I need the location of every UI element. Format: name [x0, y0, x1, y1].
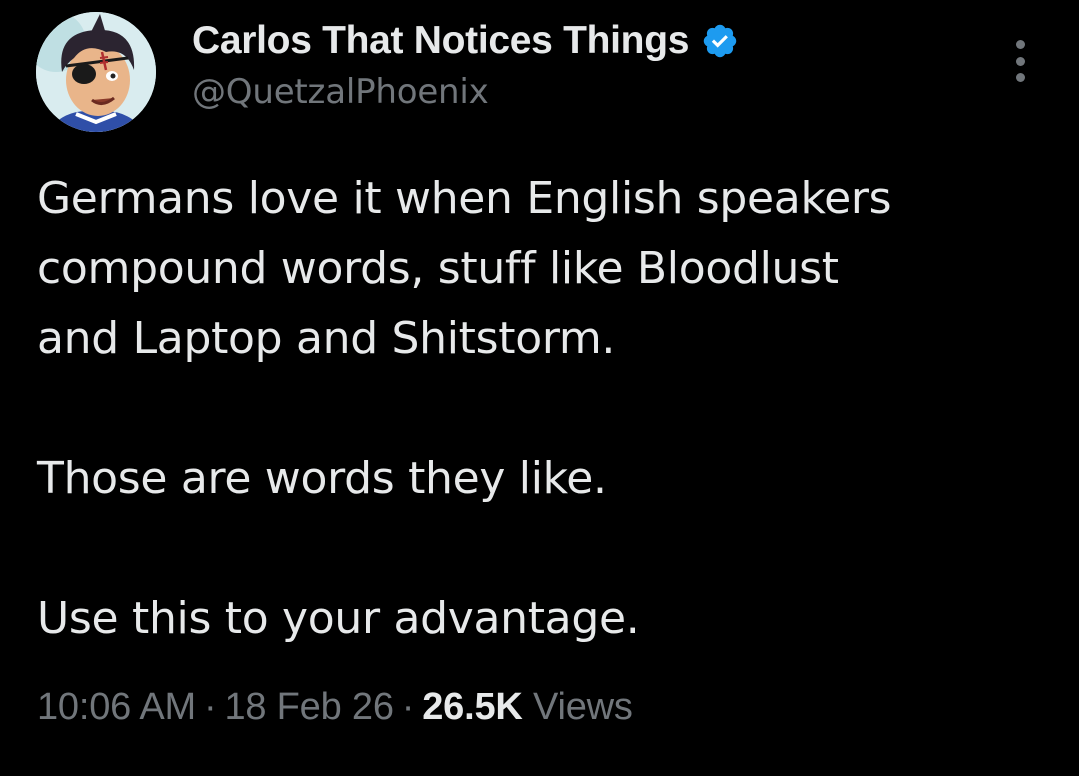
views-count[interactable]: 26.5K: [422, 686, 523, 728]
tweet-card: Carlos That Notices Things @QuetzalPhoen…: [0, 0, 1079, 776]
more-dot: [1015, 73, 1025, 82]
more-vertical-icon[interactable]: [1000, 36, 1040, 86]
tweet-time[interactable]: 10:06 AM: [37, 686, 196, 728]
tweet-paragraph: Use this to your advantage.: [37, 593, 640, 644]
tweet-text: Germans love it when English speakers co…: [37, 164, 1047, 654]
author-display-name[interactable]: Carlos That Notices Things: [192, 19, 689, 63]
tweet-meta: 10:06 AM · 18 Feb 26 · 26.5K Views: [37, 686, 633, 729]
author-handle[interactable]: @QuetzalPhoenix: [192, 72, 489, 112]
avatar[interactable]: [36, 12, 156, 132]
tweet-line: and Laptop and Shitstorm.: [37, 313, 616, 364]
tweet-date[interactable]: 18 Feb 26: [224, 686, 394, 728]
tweet-line: Germans love it when English speakers: [37, 173, 892, 224]
tweet-line: compound words, stuff like Bloodlust: [37, 243, 839, 294]
avatar-image: [36, 12, 156, 132]
tweet-paragraph: Those are words they like.: [37, 453, 607, 504]
more-dot: [1015, 40, 1025, 49]
author-name-row: Carlos That Notices Things: [192, 14, 739, 68]
more-dot: [1015, 56, 1025, 66]
meta-separator: ·: [203, 686, 217, 728]
views-label: Views: [533, 686, 633, 728]
verified-badge-icon[interactable]: [701, 22, 739, 60]
meta-separator: ·: [401, 686, 415, 728]
